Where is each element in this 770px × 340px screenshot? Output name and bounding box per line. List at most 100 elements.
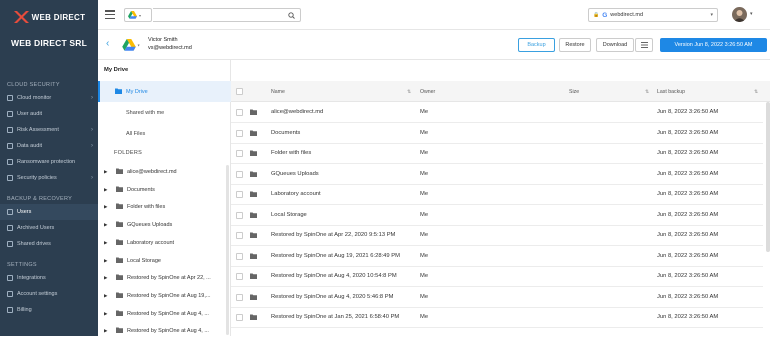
sidebar-item-users[interactable]: Users xyxy=(0,204,98,220)
tree-folder-item[interactable]: ▶ Restored by SpinOne at Aug 19,... xyxy=(98,287,226,305)
row-checkbox[interactable] xyxy=(236,232,243,239)
sort-icon[interactable]: ⇅ xyxy=(645,89,649,95)
expand-arrow-icon[interactable]: ▶ xyxy=(104,222,112,228)
cell-name[interactable]: alice@webdirect.md xyxy=(271,109,323,115)
expand-arrow-icon[interactable]: ▶ xyxy=(104,240,112,246)
search-icon[interactable] xyxy=(288,12,295,19)
tree-folder-item[interactable]: ▶ Documents xyxy=(98,181,226,199)
sidebar-item-archived-users[interactable]: Archived Users xyxy=(0,220,98,236)
table-row[interactable]: Restored by SpinOne at Aug 4, 2020 10:54… xyxy=(231,266,763,287)
row-checkbox[interactable] xyxy=(236,252,243,260)
cell-name[interactable]: Restored by SpinOne at Aug 4, 2020 10:54… xyxy=(271,273,397,279)
expand-arrow-icon[interactable]: ▶ xyxy=(104,169,112,175)
sidebar-item-label: Account settings xyxy=(17,291,58,297)
cell-name[interactable]: GQueues Uploads xyxy=(271,171,319,177)
tree-folder-item[interactable]: ▶ Restored by SpinOne at Aug 4, ... xyxy=(98,322,226,340)
sidebar-item-shared-drives[interactable]: Shared drives xyxy=(0,236,98,252)
backup-button[interactable]: Backup xyxy=(518,38,555,52)
table-row[interactable]: GQueues Uploads Me Jun 8, 2022 3:26:50 AM xyxy=(231,164,763,185)
row-checkbox[interactable] xyxy=(236,314,243,321)
expand-arrow-icon[interactable]: ▶ xyxy=(104,204,112,210)
tree-scrollbar[interactable] xyxy=(226,165,229,335)
expand-arrow-icon[interactable]: ▶ xyxy=(104,328,112,334)
row-checkbox[interactable] xyxy=(236,273,243,280)
column-header-owner[interactable]: Owner xyxy=(420,89,435,95)
row-checkbox[interactable] xyxy=(236,293,243,301)
google-drive-icon xyxy=(128,11,137,19)
table-row[interactable]: Laboratory account Me Jun 8, 2022 3:26:50 … xyxy=(231,184,763,205)
search-input[interactable] xyxy=(153,8,301,22)
hamburger-menu-icon[interactable] xyxy=(105,10,115,20)
table-row[interactable]: Restored by SpinOne at Aug 4, 2020 5:46:… xyxy=(231,287,763,308)
cell-name[interactable]: Restored by SpinOne at Aug 19, 2021 6:28… xyxy=(271,253,400,259)
row-checkbox[interactable] xyxy=(236,109,243,116)
expand-arrow-icon[interactable]: ▶ xyxy=(104,293,112,299)
sidebar-item-label: Data audit xyxy=(17,143,43,149)
version-button[interactable]: Version Jun 8, 2022 3:26:50 AM xyxy=(660,38,767,52)
tree-folder-item[interactable]: ▶ Laboratory account xyxy=(98,234,226,252)
provider-select[interactable]: ▾ xyxy=(124,8,152,22)
tree-folder-item[interactable]: ▶ GQueues Uploads xyxy=(98,216,226,234)
select-all-checkbox[interactable] xyxy=(236,88,243,95)
back-arrow-icon[interactable]: ‹ xyxy=(106,38,109,49)
cell-last-backup: Jun 8, 2022 3:26:50 AM xyxy=(657,129,719,136)
column-header-size[interactable]: Size xyxy=(569,89,579,95)
cell-name[interactable]: Folder with files xyxy=(271,150,311,156)
cell-name[interactable]: Restored by SpinOne at Apr 22, 2020 9:5:… xyxy=(271,232,395,238)
cell-owner: Me xyxy=(420,211,429,218)
row-checkbox[interactable] xyxy=(236,191,243,198)
cell-name[interactable]: Documents xyxy=(271,130,300,136)
domain-select[interactable]: 🔒 G webdirect.md ▾ xyxy=(588,8,718,22)
sidebar-item-data-audit[interactable]: Data audit › xyxy=(0,138,98,154)
table-row[interactable]: Folder with files Me Jun 8, 2022 3:26:50 A… xyxy=(231,143,763,164)
table-scrollbar[interactable] xyxy=(766,102,770,252)
table-row[interactable]: Restored by SpinOne at Jan 25, 2021 6:58… xyxy=(231,307,763,328)
tree-folder-label: Restored by SpinOne at Aug 4, ... xyxy=(127,310,209,317)
column-header-name[interactable]: Name xyxy=(271,89,285,95)
column-header-last-backup[interactable]: Last backup xyxy=(657,89,685,95)
expand-arrow-icon[interactable]: ▶ xyxy=(104,311,112,317)
table-row[interactable]: Local Storage Me Jun 8, 2022 3:26:50 AM xyxy=(231,205,763,226)
tree-nav-shared-with-me[interactable]: Shared with me xyxy=(98,102,231,123)
table-row[interactable]: Restored by SpinOne at Aug 19, 2021 6:28… xyxy=(231,246,763,267)
tree-folder-item[interactable]: ▶ Restored by SpinOne at Aug 4, ... xyxy=(98,305,226,323)
list-menu-button[interactable] xyxy=(635,38,653,52)
tree-folder-item[interactable]: ▶ Restored by SpinOne at Apr 22, ... xyxy=(98,269,226,287)
sidebar-item-risk-assessment[interactable]: Risk Assessment › xyxy=(0,122,98,138)
download-button[interactable]: Download xyxy=(596,38,634,52)
tree-nav-my-drive[interactable]: My Drive xyxy=(98,81,231,102)
table-row[interactable]: Documents Me Jun 8, 2022 3:26:50 AM xyxy=(231,123,763,144)
logo[interactable]: WEB DIRECT xyxy=(0,10,98,24)
row-checkbox[interactable] xyxy=(236,170,243,178)
expand-arrow-icon[interactable]: ▶ xyxy=(104,275,112,281)
sidebar-item-ransomware-protection[interactable]: Ransomware protection xyxy=(0,154,98,170)
row-checkbox[interactable] xyxy=(236,129,243,137)
cell-name[interactable]: Restored by SpinOne at Jan 25, 2021 6:58… xyxy=(271,314,399,320)
sidebar-item-integrations[interactable]: Integrations xyxy=(0,270,98,286)
avatar[interactable] xyxy=(732,7,747,22)
table-row[interactable]: alice@webdirect.md Me Jun 8, 2022 3:26:50 … xyxy=(231,102,763,123)
sidebar-item-cloud-monitor[interactable]: Cloud monitor › xyxy=(0,90,98,106)
sidebar-item-billing[interactable]: Billing xyxy=(0,302,98,318)
expand-arrow-icon[interactable]: ▶ xyxy=(104,187,112,193)
tree-folder-item[interactable]: ▶ Local Storage xyxy=(98,252,226,270)
sidebar-item-security-policies[interactable]: Security policies › xyxy=(0,170,98,186)
sort-icon[interactable]: ⇅ xyxy=(754,89,758,95)
chevron-down-icon[interactable]: ▾ xyxy=(750,11,753,17)
drive-account-select[interactable]: ▾ xyxy=(122,39,140,51)
row-checkbox[interactable] xyxy=(236,150,243,157)
cell-name[interactable]: Restored by SpinOne at Aug 4, 2020 5:46:… xyxy=(271,294,393,300)
tree-folder-item[interactable]: ▶ Folder with files xyxy=(98,198,226,216)
tree-folder-item[interactable]: ▶ alice@webdirect.md xyxy=(98,163,226,181)
tree-nav-all-files[interactable]: All Files xyxy=(98,123,231,144)
cell-last-backup: Jun 8, 2022 3:26:50 AM xyxy=(657,314,719,320)
row-checkbox[interactable] xyxy=(236,211,243,219)
cell-name[interactable]: Laboratory account xyxy=(271,191,321,197)
cell-name[interactable]: Local Storage xyxy=(271,212,307,218)
expand-arrow-icon[interactable]: ▶ xyxy=(104,258,112,264)
table-row[interactable]: Restored by SpinOne at Apr 22, 2020 9:5:… xyxy=(231,225,763,246)
sidebar-item-user-audit[interactable]: User audit xyxy=(0,106,98,122)
restore-button[interactable]: Restore xyxy=(559,38,591,52)
sort-icon[interactable]: ⇅ xyxy=(407,89,411,95)
sidebar-item-account-settings[interactable]: Account settings xyxy=(0,286,98,302)
